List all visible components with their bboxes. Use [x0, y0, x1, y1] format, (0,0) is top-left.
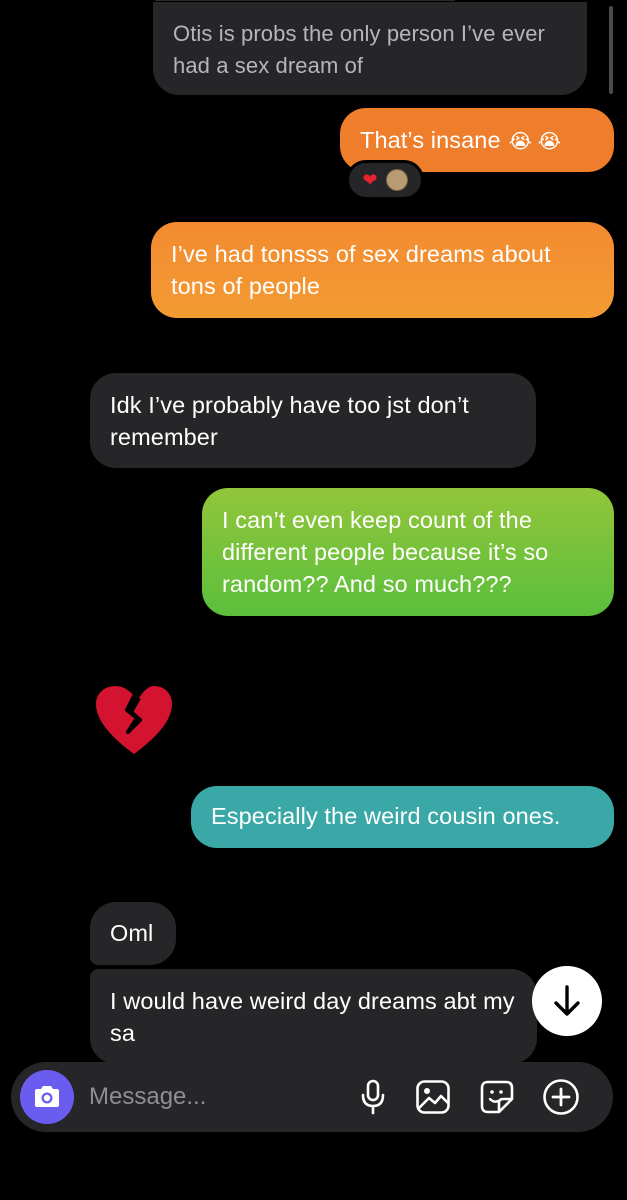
divider: [155, 0, 455, 1]
message-composer: [11, 1062, 613, 1132]
plus-icon: [543, 1079, 579, 1115]
message-incoming[interactable]: Oml: [90, 902, 176, 965]
scrollbar[interactable]: [609, 6, 613, 94]
message-outgoing[interactable]: I can’t even keep count of the different…: [202, 488, 614, 616]
heart-reaction-icon: ❤: [362, 170, 378, 190]
reaction-bar[interactable]: ❤: [346, 160, 424, 200]
gallery-button[interactable]: [414, 1078, 452, 1116]
sticker-icon: [480, 1080, 514, 1114]
message-text: Especially the weird cousin ones.: [211, 803, 561, 829]
message-text: I would have weird day dreams abt my sa: [110, 988, 515, 1046]
message-outgoing[interactable]: I’ve had tonsss of sex dreams about tons…: [151, 222, 614, 318]
gallery-icon: [416, 1080, 450, 1114]
broken-heart-icon: [96, 686, 172, 754]
message-incoming[interactable]: Otis is probs the only person I’ve ever …: [153, 2, 587, 95]
message-incoming[interactable]: Idk I’ve probably have too jst don’t rem…: [90, 373, 536, 468]
message-text: I can’t even keep count of the different…: [222, 507, 549, 597]
message-text: That’s insane: [360, 127, 501, 153]
more-options-button[interactable]: [542, 1078, 580, 1116]
message-text: Otis is probs the only person I’ve ever …: [173, 21, 545, 78]
face-sticker-reaction-icon: [385, 169, 408, 191]
message-text: Oml: [110, 920, 154, 946]
crying-emoji: 😭 😭: [508, 131, 562, 153]
message-text: I’ve had tonsss of sex dreams about tons…: [171, 241, 551, 299]
arrow-down-icon: [554, 985, 580, 1016]
message-input[interactable]: [89, 1062, 339, 1132]
message-outgoing[interactable]: Especially the weird cousin ones.: [191, 786, 614, 848]
broken-heart-emoji-message[interactable]: 💔: [94, 684, 174, 771]
message-text: Idk I’ve probably have too jst don’t rem…: [110, 392, 469, 450]
message-incoming[interactable]: I would have weird day dreams abt my sa: [90, 969, 537, 1064]
voice-message-button[interactable]: [354, 1078, 392, 1116]
camera-icon: [35, 1086, 59, 1107]
scroll-to-bottom-button[interactable]: [532, 966, 602, 1036]
microphone-icon: [361, 1079, 385, 1115]
sticker-button[interactable]: [478, 1078, 516, 1116]
camera-button[interactable]: [20, 1070, 74, 1124]
